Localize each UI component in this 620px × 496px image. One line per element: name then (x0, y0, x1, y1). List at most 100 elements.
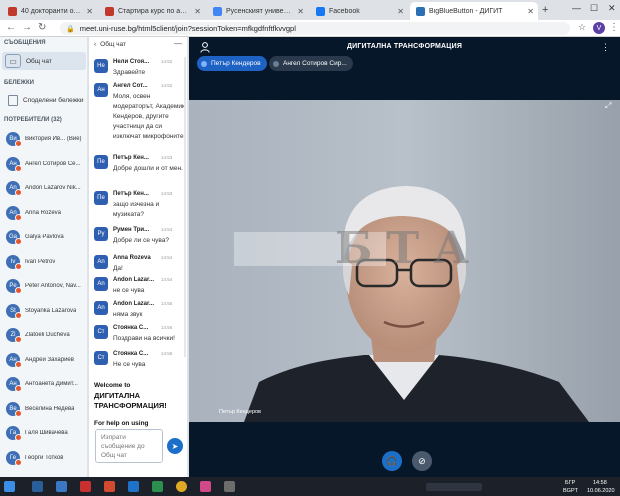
account-avatar[interactable]: V (593, 22, 605, 34)
tab-close-icon[interactable]: ✕ (397, 7, 404, 16)
message-time: 14:56 (161, 351, 173, 356)
tab-close-icon[interactable]: ✕ (527, 7, 534, 16)
user-list-item[interactable]: Ан Ангел Сотиров Се... (2, 154, 87, 174)
chat-message: Пе Петър Кен... 14:53 защо изчезна и музика… (94, 191, 186, 223)
user-list-item[interactable]: Zl Zlatoeli Ducheva (2, 325, 87, 345)
chat-icon: ▭ (5, 54, 21, 68)
message-author: Andon Lazar... (113, 277, 155, 283)
video-share-button[interactable]: ⊘ (412, 451, 432, 471)
tab-favicon-icon (8, 6, 17, 16)
welcome-line-2: ДИГИТАЛНА ТРАНСФОРМАЦИЯ! (94, 391, 167, 410)
browser-tab-1[interactable]: 40 докторанти от Русенски✕ (2, 2, 97, 20)
new-tab-icon[interactable]: + (542, 4, 548, 16)
fullscreen-icon[interactable]: ⤢ (605, 101, 615, 111)
bookmark-star-icon[interactable]: ☆ (578, 22, 586, 33)
notes-section-label: БЕЛЕЖКИ (4, 80, 34, 86)
shared-notes-item[interactable]: Споделени бележки (2, 92, 86, 108)
taskbar-app-2-icon[interactable] (80, 481, 91, 492)
user-name: Anna Rozeva (25, 209, 62, 216)
user-list-item[interactable]: St Stoyanka Lazarova (2, 301, 87, 321)
user-avatar: An (6, 205, 22, 221)
tab-close-icon[interactable]: ✕ (86, 7, 93, 16)
user-list-item[interactable]: Ан Андрей Захариев (2, 350, 87, 370)
language-indicator[interactable]: БГР (565, 480, 575, 486)
chat-message: Пе Петър Кен... 14:53 Добре дошли и от мен. (94, 155, 186, 187)
message-avatar: Ст (94, 325, 108, 339)
user-list-item[interactable]: An Andon Lazarov Nik... (2, 178, 87, 198)
minimize-icon[interactable]: — (572, 3, 581, 13)
user-list-item[interactable]: Ви Виктория Ив... (Вие) (2, 129, 87, 149)
taskbar-app-3-icon[interactable] (104, 481, 115, 492)
user-list-item[interactable]: Га Галя Шивачева (2, 423, 87, 443)
message-time: 14:55 (161, 301, 173, 306)
user-list-item[interactable]: Ga Galya Pavlova (2, 227, 87, 247)
reload-icon[interactable]: ↻ (38, 22, 46, 33)
window-close-icon[interactable]: ✕ (608, 3, 616, 14)
browser-tab-2[interactable]: Стартира курс по английск✕ (99, 2, 205, 20)
mic-icon (201, 60, 207, 67)
message-time: 14:52 (161, 59, 173, 64)
chat-message: An Andon Lazar... 14:55 няма звук (94, 301, 186, 321)
user-list-item[interactable]: Iv Ivan Petrov (2, 252, 87, 272)
headphones-icon: 🎧 (386, 455, 398, 466)
bta-watermark: БТА (335, 223, 483, 274)
message-text: Поздрави на всички! (113, 335, 175, 342)
windows-taskbar: БГР BGPT 14:58 10.06.2020 (0, 477, 620, 496)
url-field[interactable]: 🔒 meet.uni-ruse.bg/html5client/join?sess… (60, 22, 570, 35)
message-author: Andon Lazar... (113, 301, 155, 307)
user-list-item[interactable]: Ве Веселина Недева (2, 399, 87, 419)
public-chat-item[interactable]: ▭ Общ чат (2, 52, 86, 70)
tab-close-icon[interactable]: ✕ (297, 7, 304, 16)
user-list-item[interactable]: Ан Антоанета Димит... (2, 374, 87, 394)
user-list-item[interactable]: An Anna Rozeva (2, 203, 87, 223)
user-name: Peter Antonov, Nav... (25, 283, 81, 289)
message-text: Добре ли се чува? (113, 237, 169, 244)
meeting-title: ДИГИТАЛНА ТРАНСФОРМАЦИЯ (346, 43, 463, 50)
message-author: Румен Три... (113, 227, 150, 233)
message-text: Здравейте (113, 69, 146, 76)
browser-menu-icon[interactable]: ⋮ (609, 22, 619, 33)
user-list-item[interactable]: Ге Георги Тотков (2, 448, 87, 468)
browser-tab-5-active[interactable]: BigBlueButton - ДИГИТ ✕ (410, 2, 538, 20)
chat-scrollbar[interactable] (184, 57, 186, 357)
message-time: 14:54 (161, 255, 173, 260)
taskbar-app-5-icon[interactable] (152, 481, 163, 492)
clock-time[interactable]: 14:58 (593, 480, 607, 486)
taskbar-app-4-icon[interactable] (128, 481, 139, 492)
message-text: не се чува (113, 287, 145, 294)
send-message-button[interactable]: ➤ (167, 438, 183, 454)
system-tray-icons[interactable] (426, 483, 482, 491)
user-avatar: Ве (6, 401, 22, 417)
close-chat-icon[interactable]: — (174, 39, 182, 48)
message-avatar: Ан (94, 83, 108, 97)
taskbar-search-icon[interactable] (32, 481, 43, 492)
speaker-chip-active[interactable]: Петър Кендеров (197, 56, 267, 71)
forward-icon[interactable]: → (22, 22, 32, 33)
message-avatar: An (94, 301, 108, 315)
clock-date: 10.06.2020 (587, 488, 615, 494)
taskbar-app-7-icon[interactable] (224, 481, 235, 492)
chat-message-input[interactable] (95, 429, 163, 463)
chat-message: Ру Румен Три... 14:54 Добре ли се чува? (94, 227, 186, 251)
webcam-video[interactable]: БТА Петър Кендеров (189, 100, 620, 422)
chevron-left-icon[interactable]: ‹ (94, 41, 96, 48)
windows-start-icon[interactable] (4, 481, 15, 492)
taskbar-app-1-icon[interactable] (56, 481, 67, 492)
message-time: 14:54 (161, 227, 173, 232)
browser-tab-4[interactable]: Facebook ✕ (310, 2, 408, 20)
user-name: Георги Тотков (25, 454, 64, 461)
tab-close-icon[interactable]: ✕ (194, 7, 201, 16)
maximize-icon[interactable]: ☐ (590, 3, 598, 14)
back-icon[interactable]: ← (6, 22, 16, 33)
user-list-panel: СЪОБЩЕНИЯ ▭ Общ чат БЕЛЕЖКИ Споделени бе… (0, 37, 88, 477)
user-avatar: Га (6, 426, 22, 441)
lock-icon: 🔒 (66, 25, 75, 33)
options-menu-icon[interactable]: ⋮ (601, 42, 610, 53)
taskbar-app-6-icon[interactable] (200, 481, 211, 492)
user-avatar: Ga (6, 230, 22, 245)
speaker-chip[interactable]: Ангел Сотиров Сир... (269, 56, 353, 71)
chrome-icon[interactable] (176, 481, 187, 492)
user-list-item[interactable]: Pe Peter Antonov, Nav... (2, 276, 87, 296)
browser-tab-3[interactable]: Русенският университет д✕ (207, 2, 308, 20)
audio-button[interactable]: 🎧 (382, 451, 402, 471)
